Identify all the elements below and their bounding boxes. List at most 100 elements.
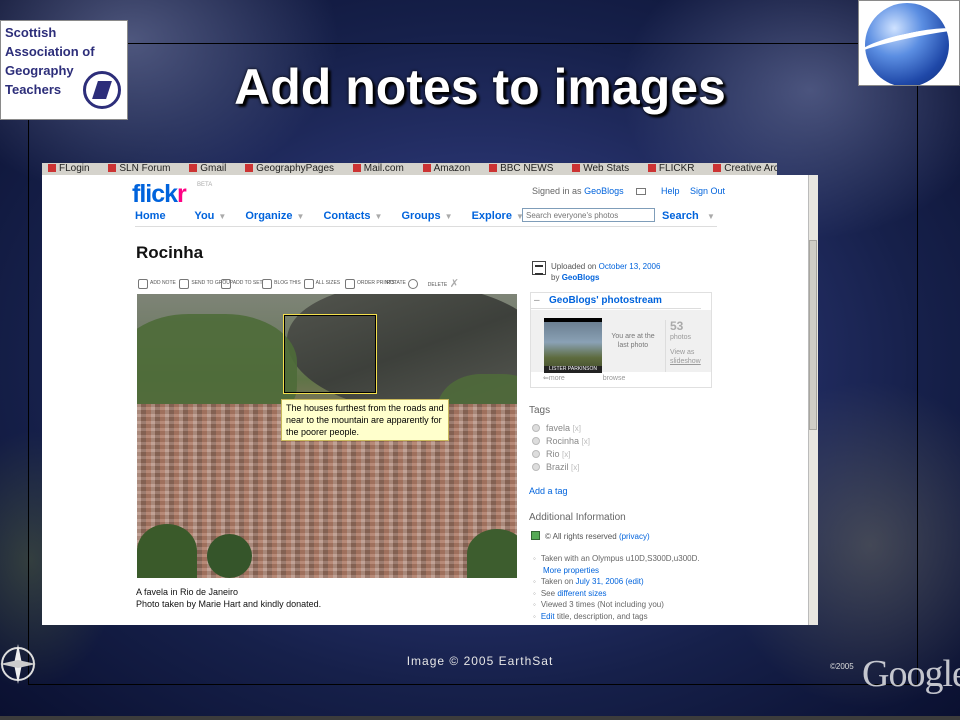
search-input[interactable] [522, 208, 655, 222]
photostream-body: LISTER PARKINSON You are at the last pho… [531, 310, 711, 373]
additional-info-heading: Additional Information [529, 512, 626, 523]
username-link[interactable]: GeoBlogs [584, 186, 624, 196]
bookmarks-bar: FLogin SLN Forum Gmail GeographyPages Ma… [42, 163, 777, 175]
bookmark-item[interactable]: SLN Forum [108, 163, 178, 174]
browse-link[interactable]: browse [603, 375, 626, 382]
upload-info: Uploaded on October 13, 2006 by GeoBlogs [551, 262, 661, 282]
nav-you[interactable]: You [194, 210, 214, 222]
flickr-page: flickr BETA Signed in as GeoBlogs Help S… [42, 175, 818, 625]
photo-caption: A favela in Rio de Janeiro Photo taken b… [136, 587, 322, 609]
upload-date-link[interactable]: October 13, 2006 [599, 262, 661, 271]
more-properties-link[interactable]: More properties [543, 566, 599, 575]
chevron-down-icon[interactable]: ▼ [296, 212, 304, 221]
globe-icon[interactable] [532, 437, 540, 445]
flickr-logo[interactable]: flickr [132, 180, 187, 209]
chevron-down-icon[interactable]: ▼ [707, 212, 715, 221]
top-links: Help Sign Out [653, 186, 725, 196]
tag-item: Rocinha [x] [532, 435, 590, 448]
last-photo-text: You are at the last photo [611, 333, 655, 349]
bookmark-item[interactable]: Gmail [189, 163, 234, 174]
bookmark-item[interactable]: FLICKR [647, 163, 703, 174]
photo-tree [467, 529, 517, 578]
sign-out-link[interactable]: Sign Out [690, 186, 725, 196]
license-icon [531, 531, 540, 540]
favela-photo[interactable]: The houses furthest from the roads and n… [137, 294, 517, 578]
remove-tag-button[interactable]: [x] [573, 424, 581, 433]
chevron-down-icon[interactable]: ▼ [445, 212, 453, 221]
taken-date-link[interactable]: July 31, 2006 [576, 577, 624, 586]
add-note-button[interactable]: ADD NOTE [138, 278, 176, 289]
chevron-down-icon[interactable]: ▼ [218, 212, 226, 221]
order-prints-button[interactable]: ORDER PRINTS [344, 278, 395, 289]
rights-text: © All rights reserved (privacy) [545, 532, 650, 541]
different-sizes-link[interactable]: different sizes [557, 589, 606, 598]
privacy-link[interactable]: (privacy) [619, 532, 650, 541]
rotate-icon [408, 278, 419, 289]
tag-list: favela [x] Rocinha [x] Rio [x] Brazil [x… [532, 422, 590, 474]
owner-link[interactable]: GeoBlogs [562, 273, 600, 282]
search-button[interactable]: Search [662, 210, 699, 222]
nav-groups[interactable]: Groups [401, 210, 440, 222]
add-to-set-icon [220, 278, 231, 289]
add-note-icon [138, 278, 148, 289]
add-to-set-button[interactable]: ADD TO SET [220, 278, 263, 289]
note-region[interactable] [283, 314, 377, 394]
photo-tree [137, 524, 197, 578]
help-link[interactable]: Help [661, 186, 680, 196]
info-list: ◦ Taken with an Olympus u10D,S300D,u300D.… [533, 554, 700, 621]
copyright-label: ©2005 [830, 662, 854, 671]
chevron-down-icon[interactable]: ▼ [375, 212, 383, 221]
photostream-panel: GeoBlogs' photostream LISTER PARKINSON Y… [530, 292, 712, 388]
bottom-strip [0, 716, 960, 720]
nav-explore[interactable]: Explore [472, 210, 512, 222]
buddy-icon[interactable] [532, 261, 546, 275]
blog-this-button[interactable]: BLOG THIS [262, 278, 301, 289]
remove-tag-button[interactable]: [x] [562, 450, 570, 459]
rotate-button[interactable]: ROTATE [386, 278, 420, 289]
order-prints-icon [344, 278, 355, 289]
delete-icon: ✗ [449, 278, 459, 290]
edit-date-link[interactable]: (edit) [625, 577, 643, 586]
tag-item: Rio [x] [532, 448, 590, 461]
all-sizes-button[interactable]: ALL SIZES [303, 278, 340, 289]
blog-this-icon [262, 278, 273, 289]
photostream-thumbnail[interactable] [544, 318, 602, 373]
photo-toolbar: ADD NOTE SEND TO GROUP ADD TO SET BLOG T… [138, 277, 465, 290]
send-to-group-button[interactable]: SEND TO GROUP [179, 278, 233, 289]
add-tag-link[interactable]: Add a tag [529, 486, 568, 496]
bookmark-item[interactable]: Amazon [422, 163, 479, 174]
remove-tag-button[interactable]: [x] [571, 463, 579, 472]
edit-link[interactable]: Edit [541, 612, 555, 621]
nav-home[interactable]: Home [135, 210, 166, 222]
scrollbar-thumb[interactable] [809, 240, 817, 430]
tag-item: Brazil [x] [532, 461, 590, 474]
main-nav: Home You ▼ Organize ▼ Contacts ▼ Groups ▼ Ex… [135, 210, 540, 222]
remove-tag-button[interactable]: [x] [582, 437, 590, 446]
bookmark-item[interactable]: FLogin [48, 163, 98, 174]
slideshow-link[interactable]: slideshow [670, 357, 701, 366]
more-link[interactable]: ⇐more [543, 375, 583, 382]
mail-icon[interactable] [635, 188, 646, 195]
bookmark-item[interactable]: BBC NEWS [489, 163, 561, 174]
delete-button[interactable]: DELETE ✗ [428, 277, 459, 290]
tag-item: favela [x] [532, 422, 590, 435]
signed-in-status: Signed in as GeoBlogs [532, 186, 652, 196]
nav-organize[interactable]: Organize [245, 210, 292, 222]
photo-title[interactable]: Rocinha [136, 243, 203, 263]
nav-contacts[interactable]: Contacts [323, 210, 370, 222]
bookmark-item[interactable]: Mail.com [352, 163, 412, 174]
photostream-footer: ⇐more browse [531, 372, 711, 386]
globe-icon[interactable] [532, 463, 540, 471]
bookmark-item[interactable]: GeographyPages [245, 163, 342, 174]
google-watermark: Google [862, 653, 960, 695]
photo-count: 53 photos View as slideshow [665, 320, 701, 372]
bookmark-item[interactable]: Creative Archive Trial [713, 163, 777, 174]
bookmark-item[interactable]: Web Stats [572, 163, 637, 174]
slide-title: Add notes to images [234, 59, 726, 115]
note-tooltip: The houses furthest from the roads and n… [281, 399, 449, 441]
photostream-title[interactable]: GeoBlogs' photostream [531, 293, 701, 309]
globe-icon[interactable] [532, 450, 540, 458]
globe-icon[interactable] [532, 424, 540, 432]
send-to-group-icon [179, 278, 190, 289]
tags-heading: Tags [529, 405, 551, 416]
